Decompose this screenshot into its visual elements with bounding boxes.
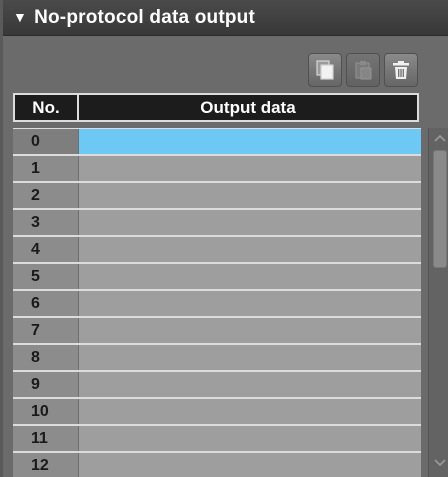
table-row[interactable]: 12: [13, 453, 421, 477]
scrollbar-thumb[interactable]: [433, 150, 447, 268]
output-data-cell[interactable]: [79, 183, 421, 208]
collapse-triangle-icon[interactable]: ▼: [13, 9, 27, 25]
output-data-cell[interactable]: [79, 291, 421, 316]
table-row[interactable]: 10: [13, 399, 421, 424]
table-row[interactable]: 9: [13, 372, 421, 397]
table-row[interactable]: 7: [13, 318, 421, 343]
row-number: 8: [13, 345, 79, 370]
table-row[interactable]: 4: [13, 237, 421, 262]
paste-icon: [355, 61, 372, 80]
table-column-headers: No. Output data: [13, 93, 419, 122]
output-data-cell[interactable]: [79, 129, 421, 154]
panel-header[interactable]: ▼ No-protocol data output: [3, 0, 448, 36]
column-header-output-data: Output data: [200, 97, 296, 117]
copy-button[interactable]: [308, 53, 342, 87]
column-header-no: No.: [15, 95, 79, 120]
vertical-scrollbar[interactable]: [428, 128, 448, 477]
row-number: 1: [13, 156, 79, 181]
row-number: 5: [13, 264, 79, 289]
row-number: 7: [13, 318, 79, 343]
panel-title: No-protocol data output: [34, 6, 256, 28]
scroll-up-button[interactable]: [429, 128, 448, 148]
table-row[interactable]: 2: [13, 183, 421, 208]
row-number: 2: [13, 183, 79, 208]
output-data-list: 0 1 2 3 4 5 6 7 8 9 10 11 12: [13, 128, 421, 477]
row-number: 6: [13, 291, 79, 316]
chevron-down-icon: [434, 459, 446, 467]
output-data-cell[interactable]: [79, 399, 421, 424]
table-row[interactable]: 6: [13, 291, 421, 316]
output-data-cell[interactable]: [79, 426, 421, 451]
table-row[interactable]: 0: [13, 129, 421, 154]
row-number: 4: [13, 237, 79, 262]
toolbar: [308, 53, 418, 87]
output-data-cell[interactable]: [79, 237, 421, 262]
output-data-cell[interactable]: [79, 156, 421, 181]
row-number: 11: [13, 426, 79, 451]
output-data-cell[interactable]: [79, 264, 421, 289]
row-number: 0: [13, 129, 79, 154]
table-row[interactable]: 8: [13, 345, 421, 370]
row-number: 12: [13, 453, 79, 477]
output-data-cell[interactable]: [79, 210, 421, 235]
delete-button[interactable]: [384, 53, 418, 87]
copy-icon: [316, 60, 334, 80]
row-number: 3: [13, 210, 79, 235]
output-data-cell[interactable]: [79, 372, 421, 397]
no-protocol-data-output-panel: ▼ No-protocol data output No. Output dat…: [0, 0, 448, 477]
table-row[interactable]: 5: [13, 264, 421, 289]
output-data-cell[interactable]: [79, 318, 421, 343]
output-data-cell[interactable]: [79, 345, 421, 370]
trash-icon: [393, 61, 409, 79]
scroll-down-button[interactable]: [429, 453, 448, 473]
table-row[interactable]: 11: [13, 426, 421, 451]
chevron-up-icon: [434, 134, 446, 142]
paste-button[interactable]: [346, 53, 380, 87]
table-row[interactable]: 3: [13, 210, 421, 235]
row-number: 9: [13, 372, 79, 397]
output-data-cell[interactable]: [79, 453, 421, 477]
table-row[interactable]: 1: [13, 156, 421, 181]
row-number: 10: [13, 399, 79, 424]
